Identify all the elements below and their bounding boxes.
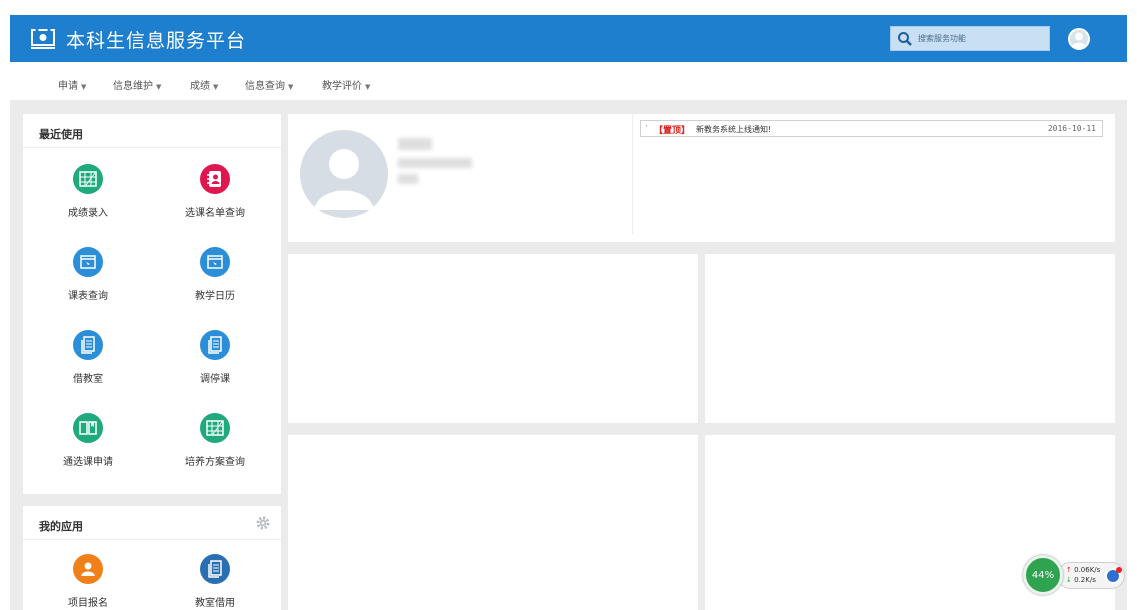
app-label: 项目报名 [68, 598, 108, 609]
download-speed: ↓ 0.2K/s [1066, 576, 1096, 584]
nav-menu: 申请 ▼ 信息维护 ▼ 成绩 ▼ 信息查询 ▼ 教学评价 ▼ [10, 62, 1127, 100]
gear-icon[interactable] [255, 515, 271, 531]
divider [632, 114, 633, 234]
my-apps-panel: 我的应用 项目报名 教室借用 [23, 506, 281, 610]
redacted-name [398, 138, 432, 150]
app-label: 课表查询 [68, 291, 108, 302]
notification-dot [1116, 567, 1122, 573]
app-classroom-booking[interactable]: 教室借用 [160, 554, 270, 609]
content-card [288, 435, 698, 610]
redacted-info [398, 158, 472, 168]
user-icon [1071, 32, 1087, 48]
app-grade-entry[interactable]: 成绩录入 [33, 164, 143, 219]
search-box[interactable]: 搜索服务功能 [890, 26, 1050, 51]
app-label: 成绩录入 [68, 208, 108, 219]
chevron-down-icon: ▼ [288, 83, 294, 91]
content-card [288, 254, 698, 423]
window-icon [73, 247, 103, 277]
app-label: 教学日历 [195, 291, 235, 302]
window-icon [200, 247, 230, 277]
user-silhouette-icon [314, 149, 374, 210]
contacts-icon [200, 164, 230, 194]
user-avatar[interactable] [1068, 28, 1090, 50]
chevron-down-icon: ▼ [213, 83, 219, 91]
nav-item-info-maintenance[interactable]: 信息维护 ▼ [113, 77, 161, 92]
app-borrow-classroom[interactable]: 借教室 [33, 330, 143, 385]
nav-item-apply[interactable]: 申请 ▼ [58, 77, 86, 92]
profile-card: · 【置顶】 新教务系统上线通知! 2016-10-11 [288, 114, 1115, 242]
user-icon [73, 554, 103, 584]
pinned-tag: 【置顶】 [654, 126, 691, 136]
redacted-info [398, 174, 418, 184]
book-icon [73, 413, 103, 443]
boost-icon[interactable] [1105, 567, 1122, 584]
usage-percent: 44% [1023, 555, 1063, 595]
nav-item-teaching-evaluation[interactable]: 教学评价 ▼ [322, 77, 370, 92]
my-apps-panel-header: 我的应用 [23, 506, 281, 540]
bullet: · [645, 122, 648, 132]
network-speed-widget[interactable]: ↑ 0.06K/s ↓ 0.2K/s 44% [1023, 555, 1127, 595]
app-label: 借教室 [73, 374, 103, 385]
notice-date: 2016-10-11 [1047, 124, 1096, 133]
profile-avatar [300, 130, 388, 218]
document-icon [200, 554, 230, 584]
recent-panel-title: 最近使用 [39, 128, 83, 141]
chevron-down-icon: ▼ [365, 83, 371, 91]
nav-item-info-query[interactable]: 信息查询 ▼ [245, 77, 293, 92]
chevron-down-icon: ▼ [81, 83, 87, 91]
search-placeholder[interactable]: 搜索服务功能 [918, 33, 966, 44]
header-bar: 本科生信息服务平台 搜索服务功能 [10, 15, 1127, 62]
notice-title[interactable]: 新教务系统上线通知! [696, 124, 771, 135]
my-apps-panel-title: 我的应用 [39, 520, 83, 533]
notice-item[interactable]: · 【置顶】 新教务系统上线通知! 2016-10-11 [640, 120, 1103, 137]
chevron-down-icon: ▼ [156, 83, 162, 91]
content-card [705, 254, 1115, 423]
recent-panel: 最近使用 成绩录入 选课名单查询 课表查询 教学日历 借教室 调停课 通选课申请… [23, 114, 281, 494]
arrow-down-icon: ↓ [1066, 576, 1072, 584]
search-icon[interactable] [897, 31, 913, 47]
app-project-registration[interactable]: 项目报名 [33, 554, 143, 609]
logo-icon [31, 29, 55, 49]
document-icon [73, 330, 103, 360]
app-label: 教室借用 [195, 598, 235, 609]
notice-panel: · 【置顶】 新教务系统上线通知! 2016-10-11 [634, 114, 1115, 242]
app-course-roster-query[interactable]: 选课名单查询 [160, 164, 270, 219]
grid-icon [200, 413, 230, 443]
upload-speed: ↑ 0.06K/s [1066, 566, 1101, 574]
app-general-elective-apply[interactable]: 通选课申请 [33, 413, 143, 468]
content-area: 最近使用 成绩录入 选课名单查询 课表查询 教学日历 借教室 调停课 通选课申请… [10, 100, 1127, 610]
speed-readout: ↑ 0.06K/s ↓ 0.2K/s [1057, 562, 1125, 589]
app-training-plan-query[interactable]: 培养方案查询 [160, 413, 270, 468]
app-label: 通选课申请 [63, 457, 113, 468]
app-label: 培养方案查询 [185, 457, 245, 468]
nav-item-grades[interactable]: 成绩 ▼ [190, 77, 218, 92]
app-timetable-query[interactable]: 课表查询 [33, 247, 143, 302]
app-label: 选课名单查询 [185, 208, 245, 219]
arrow-up-icon: ↑ [1066, 566, 1072, 574]
recent-panel-header: 最近使用 [23, 114, 281, 148]
document-icon [200, 330, 230, 360]
grid-icon [73, 164, 103, 194]
app-teaching-calendar[interactable]: 教学日历 [160, 247, 270, 302]
app-class-reschedule[interactable]: 调停课 [160, 330, 270, 385]
app-label: 调停课 [200, 374, 230, 385]
app-title: 本科生信息服务平台 [66, 30, 247, 52]
